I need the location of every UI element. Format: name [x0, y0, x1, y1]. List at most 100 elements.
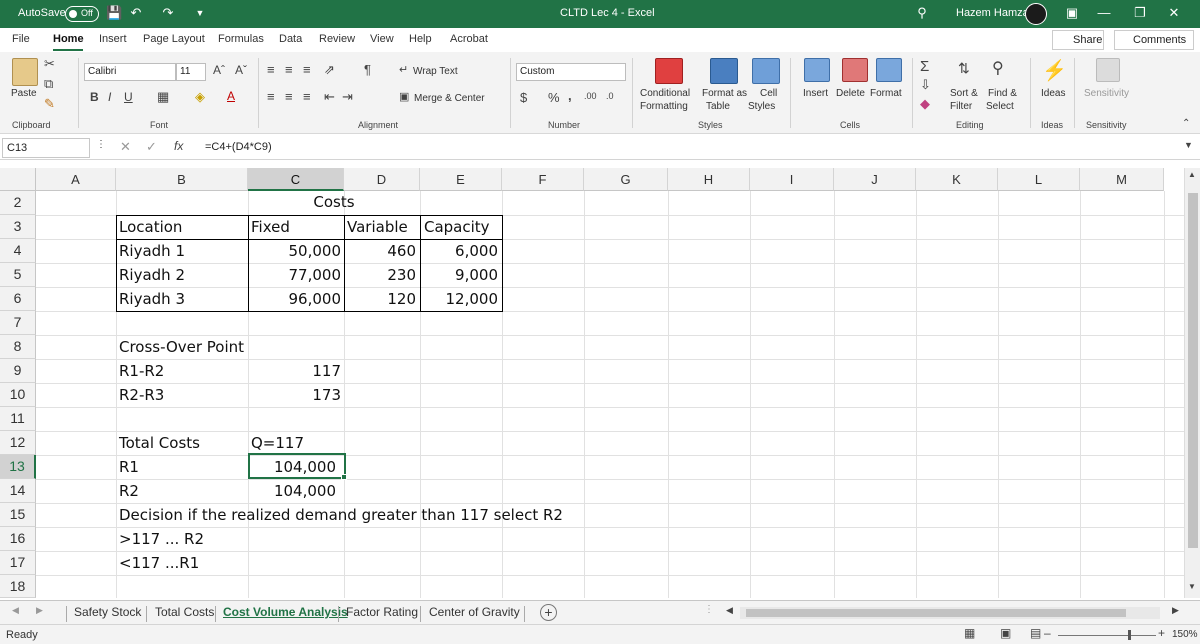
comma-style-icon[interactable]: ,: [568, 88, 572, 103]
capacity-cell[interactable]: 9,000: [420, 264, 498, 287]
sheet-tab-total-costs[interactable]: Total Costs: [155, 605, 214, 619]
row-header-15[interactable]: 15: [0, 503, 36, 527]
zoom-out-icon[interactable]: –: [1044, 626, 1051, 640]
fixed-header[interactable]: Fixed: [251, 216, 290, 239]
fixed-cost-cell[interactable]: 96,000: [248, 288, 342, 311]
bold-icon[interactable]: B: [90, 90, 99, 104]
fill-color-icon[interactable]: ◈: [195, 89, 205, 105]
align-right-icon[interactable]: ≡: [303, 89, 311, 104]
column-header-e[interactable]: E: [420, 168, 502, 191]
ideas-label[interactable]: Ideas: [1041, 88, 1065, 99]
undo-icon[interactable]: ↶: [128, 5, 144, 21]
row-header-8[interactable]: 8: [0, 335, 36, 359]
currency-icon[interactable]: $: [520, 90, 527, 105]
row-header-2[interactable]: 2: [0, 191, 36, 215]
conditional-formatting-label-2[interactable]: Formatting: [640, 101, 688, 112]
location-cell[interactable]: Riyadh 1: [119, 240, 185, 263]
column-header-b[interactable]: B: [116, 168, 248, 191]
capacity-cell[interactable]: 6,000: [420, 240, 498, 263]
autosum-icon[interactable]: Σ: [920, 58, 929, 75]
conditional-formatting-icon[interactable]: [655, 58, 683, 84]
tab-formulas[interactable]: Formulas: [218, 33, 264, 45]
r1-label[interactable]: R1: [119, 456, 139, 479]
conditional-formatting-label-1[interactable]: Conditional: [640, 88, 690, 99]
delete-label[interactable]: Delete: [836, 88, 865, 99]
user-name[interactable]: Hazem Hamza: [956, 7, 1029, 19]
font-size-dropdown[interactable]: 11: [176, 63, 206, 81]
share-button[interactable]: Share: [1052, 30, 1104, 50]
font-name-dropdown[interactable]: Calibri: [84, 63, 176, 81]
column-header-j[interactable]: J: [834, 168, 916, 191]
align-center-icon[interactable]: ≡: [285, 89, 293, 104]
increase-font-icon[interactable]: Aˆ: [213, 63, 225, 77]
wrap-text-icon[interactable]: ↵: [399, 63, 408, 76]
format-cells-icon[interactable]: [876, 58, 902, 82]
row-header-10[interactable]: 10: [0, 383, 36, 407]
clear-icon[interactable]: ◆: [920, 96, 930, 112]
zoom-slider-knob[interactable]: [1128, 630, 1131, 640]
scroll-down-icon[interactable]: ▼: [1188, 582, 1196, 591]
format-as-table-label-2[interactable]: Table: [706, 101, 730, 112]
tab-review[interactable]: Review: [319, 33, 355, 45]
ideas-icon[interactable]: ⚡: [1042, 58, 1067, 83]
row-header-6[interactable]: 6: [0, 287, 36, 311]
r2-r3-label[interactable]: R2-R3: [119, 384, 164, 407]
column-header-l[interactable]: L: [998, 168, 1080, 191]
increase-decimal-icon[interactable]: .00: [584, 91, 597, 101]
comments-button[interactable]: Comments: [1114, 30, 1194, 50]
cell-styles-icon[interactable]: [752, 58, 780, 84]
column-header-f[interactable]: F: [502, 168, 584, 191]
insert-label[interactable]: Insert: [803, 88, 828, 99]
increase-indent-icon[interactable]: ⇥: [342, 89, 353, 105]
borders-icon[interactable]: ▦: [157, 89, 169, 105]
row-header-4[interactable]: 4: [0, 239, 36, 263]
vertical-scroll-thumb[interactable]: [1188, 193, 1198, 548]
variable-cost-cell[interactable]: 230: [344, 264, 416, 287]
sort-filter-label-2[interactable]: Filter: [950, 101, 972, 112]
insert-function-icon[interactable]: fx: [174, 139, 183, 153]
vertical-scrollbar[interactable]: ▲ ▼: [1184, 168, 1200, 598]
save-icon[interactable]: 💾: [106, 5, 122, 21]
align-left-icon[interactable]: ≡: [267, 89, 275, 104]
rule-below[interactable]: <117 ...R1: [119, 552, 199, 575]
r2-total-cost[interactable]: 104,000: [248, 480, 336, 503]
merge-center-label[interactable]: Merge & Center: [414, 93, 485, 104]
sheet-tab-factor-rating[interactable]: Factor Rating: [346, 605, 418, 619]
column-header-k[interactable]: K: [916, 168, 998, 191]
row-header-12[interactable]: 12: [0, 431, 36, 455]
sheet-tab-safety-stock[interactable]: Safety Stock: [74, 605, 141, 619]
quantity-label[interactable]: Q=117: [251, 432, 304, 455]
restore-icon[interactable]: ❐: [1132, 5, 1148, 21]
format-as-table-icon[interactable]: [710, 58, 738, 84]
avatar[interactable]: [1025, 3, 1047, 25]
percent-icon[interactable]: %: [548, 90, 560, 105]
find-select-icon[interactable]: ⚲: [992, 58, 1004, 78]
row-header-7[interactable]: 7: [0, 311, 36, 335]
row-header-16[interactable]: 16: [0, 527, 36, 551]
insert-cells-icon[interactable]: [804, 58, 830, 82]
cut-icon[interactable]: ✂: [44, 56, 55, 72]
tab-help[interactable]: Help: [409, 33, 432, 45]
sort-filter-icon[interactable]: ⇅: [958, 60, 970, 77]
next-sheet-icon[interactable]: ▶: [36, 605, 43, 616]
tab-insert[interactable]: Insert: [99, 33, 127, 45]
fixed-cost-cell[interactable]: 50,000: [248, 240, 342, 263]
row-header-11[interactable]: 11: [0, 407, 36, 431]
row-header-17[interactable]: 17: [0, 551, 36, 575]
scroll-left-icon[interactable]: ◀: [726, 605, 733, 616]
add-sheet-button[interactable]: +: [540, 604, 557, 621]
format-label[interactable]: Format: [870, 88, 902, 99]
redo-icon[interactable]: ↷: [160, 5, 176, 21]
fill-icon[interactable]: ⇩: [920, 77, 931, 93]
active-cell-selection[interactable]: [248, 453, 346, 479]
prev-sheet-icon[interactable]: ◀: [12, 605, 19, 616]
sort-filter-label-1[interactable]: Sort &: [950, 88, 978, 99]
column-header-i[interactable]: I: [750, 168, 834, 191]
sensitivity-label[interactable]: Sensitivity: [1084, 88, 1129, 99]
variable-cost-cell[interactable]: 120: [344, 288, 416, 311]
horizontal-scrollbar[interactable]: [740, 607, 1160, 619]
merge-center-icon[interactable]: ▣: [399, 90, 409, 103]
page-layout-view-icon[interactable]: ▣: [1000, 626, 1011, 640]
format-as-table-label-1[interactable]: Format as: [702, 88, 747, 99]
rule-above[interactable]: >117 ... R2: [119, 528, 204, 551]
